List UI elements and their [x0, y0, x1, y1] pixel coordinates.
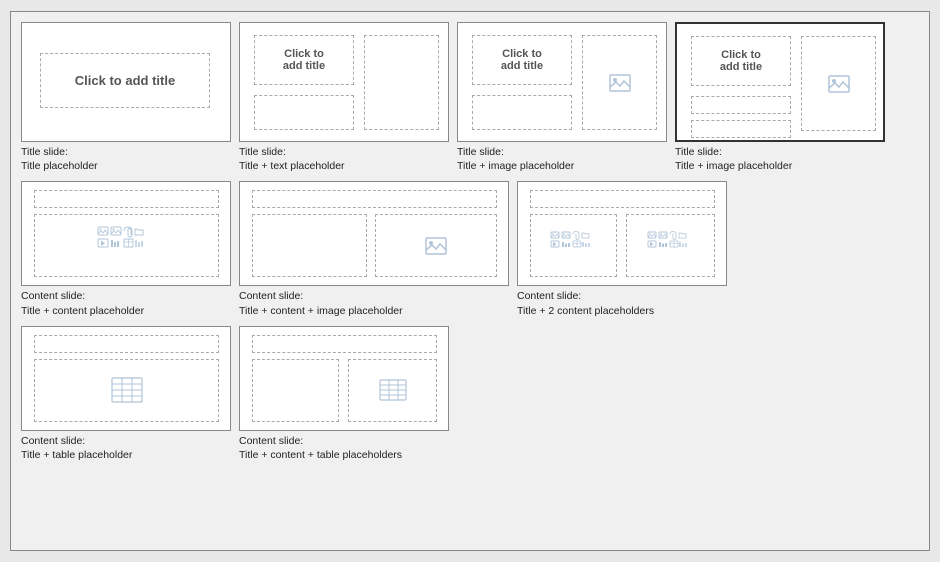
slide-item-title-text[interactable]: Click toadd title Title slide: Title + t… [239, 22, 449, 173]
title-placeholder-text: Click toadd title [473, 36, 571, 84]
image-placeholder-icon [583, 36, 656, 129]
caption-line2: Title + image placeholder [457, 160, 574, 172]
caption-line1: Title slide: [239, 146, 286, 158]
caption-line1: Content slide: [239, 290, 303, 302]
title-box: Click toadd title [691, 36, 791, 86]
slide-thumb-title-image-2[interactable]: Click toadd title [675, 22, 885, 142]
slide-thumb-title-image[interactable]: Click toadd title [457, 22, 667, 142]
image-placeholder-icon [802, 37, 875, 130]
title-placeholder-text: Click toadd title [255, 36, 353, 84]
content-area [34, 214, 219, 277]
caption-content-2col: Content slide: Title + 2 content placeho… [517, 289, 727, 317]
caption-title-text: Title slide: Title + text placeholder [239, 145, 449, 173]
title-placeholder: Click to add title [40, 53, 210, 108]
title-bar [252, 190, 497, 208]
title-bar [530, 190, 715, 208]
caption-line1: Content slide: [21, 435, 85, 447]
slide-thumb-title-text[interactable]: Click toadd title [239, 22, 449, 142]
title-bar [252, 335, 437, 353]
caption-line2: Title + table placeholder [21, 449, 132, 461]
table-area [348, 359, 437, 422]
slide-layout-grid: Click to add title Title slide: Title pl… [21, 22, 919, 462]
slide-item-table[interactable]: Content slide: Title + table placeholder [21, 326, 231, 462]
caption-title-image: Title slide: Title + image placeholder [457, 145, 667, 173]
caption-line1: Title slide: [21, 146, 68, 158]
caption-content-only: Content slide: Title + content placehold… [21, 289, 231, 317]
row-3: Content slide: Title + table placeholder [21, 326, 919, 462]
caption-line1: Title slide: [457, 146, 504, 158]
title-placeholder-text: Click to add title [41, 54, 209, 107]
content-icons-right [627, 215, 714, 276]
content-area [252, 214, 367, 277]
slide-item-title-only[interactable]: Click to add title Title slide: Title pl… [21, 22, 231, 173]
title-placeholder-text: Click toadd title [692, 37, 790, 85]
caption-line1: Content slide: [239, 435, 303, 447]
content-area [252, 359, 339, 422]
caption-line2: Title + 2 content placeholders [517, 305, 654, 317]
content-icons [35, 215, 218, 276]
slide-thumb-content-image[interactable] [239, 181, 509, 286]
caption-line2: Title + image placeholder [675, 160, 792, 172]
image-box [801, 36, 876, 131]
caption-content-table: Content slide: Title + content + table p… [239, 434, 449, 462]
image-placeholder-icon [376, 215, 496, 276]
slide-thumb-content-only[interactable] [21, 181, 231, 286]
content-right [626, 214, 715, 277]
subtitle-box-1 [691, 96, 791, 114]
caption-line1: Content slide: [21, 290, 85, 302]
title-bar [34, 335, 219, 353]
caption-line2: Title + content + table placeholders [239, 449, 402, 461]
title-box: Click toadd title [472, 35, 572, 85]
text-box [364, 35, 439, 130]
caption-line2: Title + content + image placeholder [239, 305, 403, 317]
table-placeholder-icon [349, 360, 436, 421]
caption-line2: Title + content placeholder [21, 305, 144, 317]
slide-item-title-image[interactable]: Click toadd title [457, 22, 667, 173]
content-left [530, 214, 617, 277]
caption-line2: Title + text placeholder [239, 160, 345, 172]
image-box [582, 35, 657, 130]
image-area [375, 214, 497, 277]
caption-content-image: Content slide: Title + content + image p… [239, 289, 459, 317]
table-placeholder-icon [35, 360, 218, 421]
slide-thumb-title-only[interactable]: Click to add title [21, 22, 231, 142]
slide-item-content-only[interactable]: Content slide: Title + content placehold… [21, 181, 231, 317]
caption-line1: Title slide: [675, 146, 722, 158]
slide-thumb-content-table[interactable] [239, 326, 449, 431]
subtitle-box [472, 95, 572, 130]
layout-chooser: Click to add title Title slide: Title pl… [10, 11, 930, 551]
caption-line2: Title placeholder [21, 160, 98, 172]
content-icons-left [531, 215, 616, 276]
slide-item-content-2col[interactable]: Content slide: Title + 2 content placeho… [517, 181, 727, 317]
row-2: Content slide: Title + content placehold… [21, 181, 919, 317]
table-area [34, 359, 219, 422]
slide-thumb-table[interactable] [21, 326, 231, 431]
row-1: Click to add title Title slide: Title pl… [21, 22, 919, 173]
caption-title-image-2: Title slide: Title + image placeholder [675, 145, 885, 173]
caption-line1: Content slide: [517, 290, 581, 302]
caption-title-only: Title slide: Title placeholder [21, 145, 231, 173]
slide-item-title-image-2[interactable]: Click toadd title [675, 22, 885, 173]
title-box: Click toadd title [254, 35, 354, 85]
subtitle-box-2 [691, 120, 791, 138]
slide-item-content-image[interactable]: Content slide: Title + content + image p… [239, 181, 509, 317]
slide-thumb-content-2col[interactable] [517, 181, 727, 286]
slide-item-content-table[interactable]: Content slide: Title + content + table p… [239, 326, 449, 462]
title-bar [34, 190, 219, 208]
text-box-2 [254, 95, 354, 130]
caption-table: Content slide: Title + table placeholder [21, 434, 231, 462]
